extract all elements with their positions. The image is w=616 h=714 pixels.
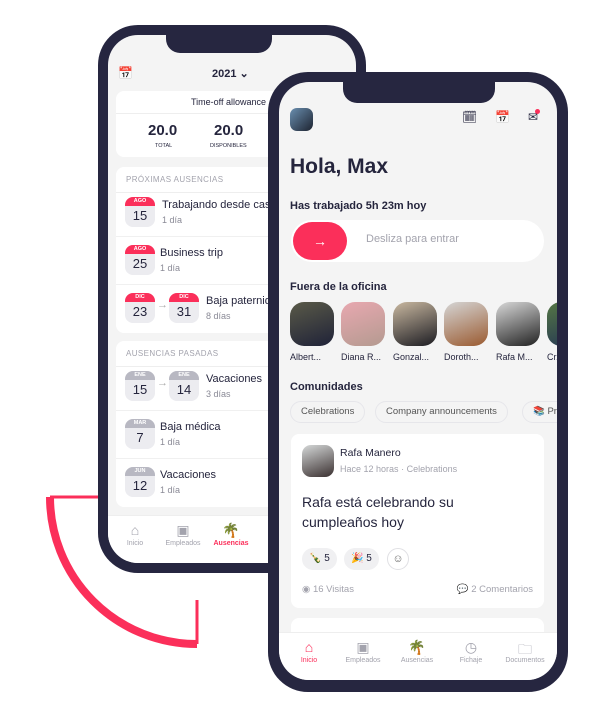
tab-empleados[interactable]: ▣ Empleados [158,522,208,547]
reaction-button[interactable]: 🎉 5 [344,548,379,570]
available-label: DISPONIBLES [210,143,247,149]
year-selector[interactable]: 2021 ⌄ [212,67,249,80]
allowance-title: Time-off allowance [191,97,267,107]
community-chip[interactable]: Celebrations [290,401,366,423]
community-chip[interactable]: Company announcements [375,401,508,423]
tab-fichaje[interactable]: ◷ Fichaje [446,639,496,664]
comments-link[interactable]: 💬 2 Comentarios [457,584,533,595]
person-avatar[interactable] [444,302,488,346]
tab-inicio[interactable]: ⌂ Inicio [110,522,160,547]
arrow-icon: → [157,299,168,311]
out-of-office-title: Fuera de la oficina [290,281,387,293]
slide-label: Desliza para entrar [366,233,459,245]
add-reaction-icon[interactable]: ☺ [387,548,409,570]
user-avatar[interactable] [290,108,313,131]
absence-duration: 1 día [160,263,181,273]
notification-dot [535,109,541,114]
palm-tree-icon: 🌴 [222,522,240,538]
total-label: TOTAL [155,143,173,149]
home-icon: ⌂ [304,639,314,655]
post-text: Rafa está celebrando su cumpleaños hoy [302,494,454,530]
person-name: Gonzal... [393,352,430,362]
bottom-tab-bar: ⌂ Inicio ▣ Empleados 🌴 Ausencias ◷ Fichaje 🗀… [279,632,557,680]
documents-icon: 🗀 [518,641,532,657]
absence-duration: 8 días [206,311,231,321]
post-card: Rafa Manero Hace 12 horas · Celebrations… [291,434,544,608]
tab-empleados[interactable]: ▣ Empleados [338,639,388,664]
employees-icon: ▣ [356,639,370,655]
person-name: Diana R... [341,352,382,362]
front-phone: 🗓 📅 ✉ Hola, Max Has trabajado 5h 23m hoy… [268,72,568,692]
post-meta: Hace 12 horas · Celebrations [340,464,458,474]
year-label: 2021 [212,68,237,80]
worked-time: Has trabajado 5h 23m hoy [290,200,427,212]
home-screen: 🗓 📅 ✉ Hola, Max Has trabajado 5h 23m hoy… [279,82,557,680]
person-avatar[interactable] [496,302,540,346]
absence-title: Vacaciones [160,469,217,481]
absence-duration: 1 día [160,437,181,447]
post-author[interactable]: Rafa Manero [340,447,401,459]
reaction-button[interactable]: 🍾 5 [302,548,337,570]
greeting-title: Hola, Max [290,155,389,178]
available-value: 20.0 [214,122,244,139]
tab-ausencias[interactable]: 🌴 Ausencias [392,639,442,664]
absence-duration: 1 día [162,215,183,225]
time-history-icon[interactable]: 🗓 [462,110,477,124]
person-name: Albert... [290,352,322,362]
person-name: Cr... [547,352,557,362]
inbox-icon[interactable]: ✉ [528,109,541,124]
clock-icon: ◷ [464,639,478,655]
community-chip[interactable]: 📚 Pro... [522,401,557,423]
clock-in-slider[interactable]: → Desliza para entrar [291,220,544,262]
absence-title: Baja médica [160,421,221,433]
absence-title: Trabajando desde casa [162,199,277,211]
arrow-icon: → [157,377,168,389]
views-count: ◉ 16 Visitas [302,584,354,595]
person-name: Rafa M... [496,352,533,362]
absence-title: Vacaciones [206,373,263,385]
person-avatar[interactable] [290,302,334,346]
tab-documentos[interactable]: 🗀 Documentos [500,639,550,664]
author-avatar[interactable] [302,445,334,477]
absence-title: Business trip [160,247,223,259]
calendar-icon[interactable]: 📅 [495,110,510,124]
person-avatar[interactable] [393,302,437,346]
person-avatar[interactable] [341,302,385,346]
person-name: Doroth... [444,352,479,362]
employees-icon: ▣ [176,522,190,538]
tab-inicio[interactable]: ⌂ Inicio [284,639,334,664]
person-avatar[interactable] [547,302,557,346]
home-icon: ⌂ [130,522,140,538]
palm-tree-icon: 🌴 [408,639,426,655]
absence-duration: 1 día [160,485,181,495]
calendar-icon[interactable]: 📅 [118,66,133,80]
slide-handle[interactable]: → [293,222,347,260]
comments-icon: 💬 [456,584,469,595]
tab-ausencias[interactable]: 🌴 Ausencias [206,522,256,547]
absence-duration: 3 días [206,389,231,399]
eye-icon: ◉ [302,584,311,595]
communities-title: Comunidades [290,381,363,393]
total-value: 20.0 [148,122,178,139]
